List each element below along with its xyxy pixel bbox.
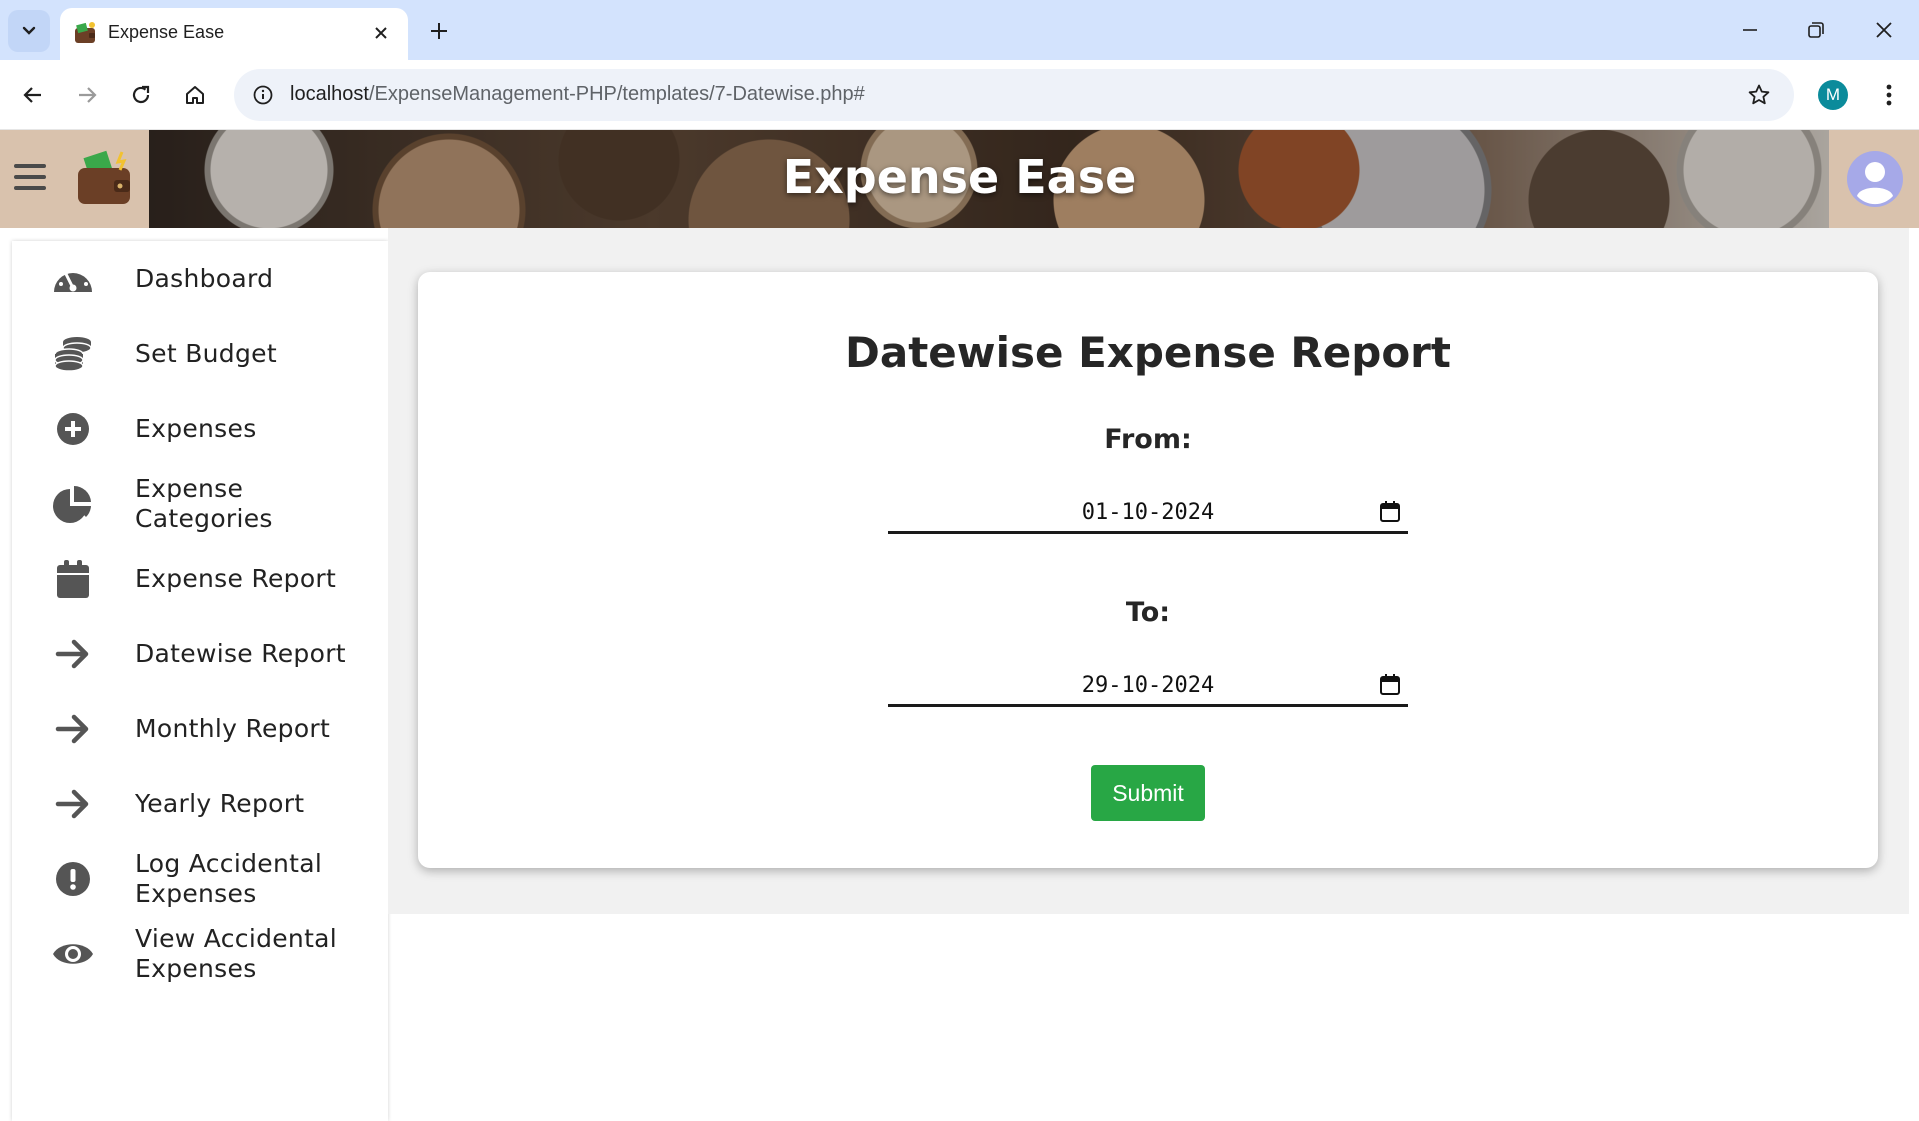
arrow-right-icon bbox=[52, 633, 94, 675]
chevron-down-icon bbox=[22, 26, 36, 35]
arrow-right-icon bbox=[52, 783, 94, 825]
coins-icon bbox=[52, 333, 94, 375]
sidebar-item-datewise-report[interactable]: Datewise Report bbox=[12, 623, 388, 685]
arrow-right-icon bbox=[79, 87, 97, 103]
sidebar-item-label: Log Accidental Expenses bbox=[135, 849, 323, 908]
tab-search-button[interactable] bbox=[8, 10, 50, 52]
minimize-button[interactable] bbox=[1722, 10, 1778, 50]
browser-tabstrip: Expense Ease bbox=[0, 0, 1919, 60]
user-avatar-icon[interactable] bbox=[1846, 150, 1904, 208]
app-header: Expense Ease bbox=[0, 130, 1919, 228]
close-icon bbox=[1876, 22, 1892, 38]
address-bar[interactable]: localhost/ExpenseManagement-PHP/template… bbox=[234, 69, 1794, 121]
to-date-value: 29-10-2024 bbox=[1081, 673, 1215, 698]
from-date-input[interactable]: 01-10-2024 bbox=[888, 494, 1408, 534]
restore-icon bbox=[1808, 22, 1824, 38]
sidebar-item-label: Expense Report bbox=[135, 564, 337, 593]
sidebar-item-dashboard[interactable]: Dashboard bbox=[12, 248, 388, 310]
sidebar-item-set-budget[interactable]: Set Budget bbox=[12, 323, 388, 385]
sidebar-item-label: Yearly Report bbox=[135, 789, 305, 818]
sidebar-item-expense-report[interactable]: Expense Report bbox=[12, 548, 388, 610]
reload-button[interactable] bbox=[120, 74, 162, 116]
exclamation-circle-icon bbox=[52, 858, 94, 900]
browser-tab-active[interactable]: Expense Ease bbox=[60, 8, 408, 60]
bookmark-star-icon[interactable] bbox=[1744, 80, 1774, 110]
sidebar-item-label: Expenses bbox=[135, 414, 257, 443]
sidebar-item-log-accidental-expenses[interactable]: Log Accidental Expenses bbox=[12, 848, 388, 910]
wallet-favicon-icon bbox=[75, 22, 95, 43]
gauge-icon bbox=[52, 258, 94, 300]
url-text: localhost/ExpenseManagement-PHP/template… bbox=[290, 83, 865, 106]
sidebar-item-expense-categories[interactable]: Expense Categories bbox=[12, 473, 388, 535]
close-window-button[interactable] bbox=[1856, 10, 1912, 50]
sidebar-item-label: View Accidental Expenses bbox=[135, 924, 338, 983]
back-button[interactable] bbox=[12, 74, 54, 116]
home-icon bbox=[186, 86, 204, 104]
sidebar-item-view-accidental-expenses[interactable]: View Accidental Expenses bbox=[12, 923, 388, 985]
eye-icon bbox=[52, 933, 94, 975]
sidebar-item-label: Expense Categories bbox=[135, 474, 273, 533]
pie-chart-icon bbox=[52, 483, 94, 525]
to-label: To: bbox=[1125, 597, 1171, 628]
sidebar-item-label: Datewise Report bbox=[135, 639, 346, 668]
calendar-picker-icon[interactable] bbox=[1378, 673, 1402, 697]
calendar-icon bbox=[52, 558, 94, 600]
sidebar-item-monthly-report[interactable]: Monthly Report bbox=[12, 698, 388, 760]
sidebar-item-label: Monthly Report bbox=[135, 714, 331, 743]
close-tab-icon[interactable] bbox=[368, 20, 394, 46]
forward-button[interactable] bbox=[66, 74, 108, 116]
arrow-left-icon bbox=[23, 87, 41, 103]
minimize-icon bbox=[1743, 29, 1757, 31]
url-host: localhost bbox=[290, 83, 369, 105]
sidebar-item-label: Dashboard bbox=[135, 264, 274, 293]
app-title: Expense Ease bbox=[782, 150, 1137, 204]
reload-icon bbox=[132, 85, 150, 104]
datewise-report-card: Datewise Expense Report From: 01-10-2024… bbox=[418, 272, 1878, 868]
page-title: Datewise Expense Report bbox=[845, 328, 1451, 377]
from-date-value: 01-10-2024 bbox=[1081, 500, 1215, 525]
profile-avatar[interactable]: M bbox=[1818, 80, 1848, 110]
sidebar-item-yearly-report[interactable]: Yearly Report bbox=[12, 773, 388, 835]
browser-toolbar: localhost/ExpenseManagement-PHP/template… bbox=[0, 60, 1919, 130]
home-button[interactable] bbox=[174, 74, 216, 116]
sidebar-item-label: Set Budget bbox=[135, 339, 277, 368]
arrow-right-icon bbox=[52, 708, 94, 750]
restore-button[interactable] bbox=[1788, 10, 1844, 50]
submit-button[interactable]: Submit bbox=[1091, 765, 1205, 821]
calendar-picker-icon[interactable] bbox=[1378, 500, 1402, 524]
url-path: /ExpenseManagement-PHP/templates/7-Datew… bbox=[368, 83, 865, 105]
plus-circle-icon bbox=[52, 408, 94, 450]
to-date-input[interactable]: 29-10-2024 bbox=[888, 667, 1408, 707]
new-tab-button[interactable] bbox=[422, 14, 456, 48]
from-label: From: bbox=[1104, 424, 1192, 455]
tab-title: Expense Ease bbox=[108, 22, 225, 42]
sidebar: Dashboard Set Budget Expenses Expense Ca… bbox=[12, 241, 388, 1121]
sidebar-item-expenses[interactable]: Expenses bbox=[12, 398, 388, 460]
more-menu-icon[interactable] bbox=[1872, 78, 1906, 112]
site-info-icon[interactable] bbox=[246, 78, 280, 112]
plus-icon bbox=[431, 23, 447, 39]
